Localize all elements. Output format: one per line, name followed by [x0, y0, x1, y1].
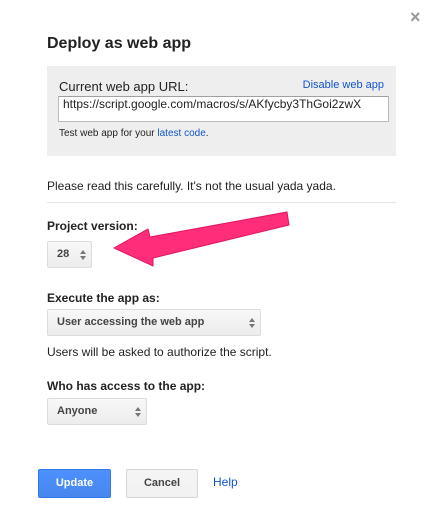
help-link[interactable]: Help [213, 475, 238, 489]
latest-code-link[interactable]: latest code [157, 128, 205, 139]
select-arrows-icon [80, 250, 86, 260]
access-value: Anyone [57, 405, 98, 417]
test-suffix: . [205, 128, 209, 139]
access-select[interactable]: Anyone [47, 398, 147, 425]
project-version-value: 28 [57, 248, 70, 260]
select-arrows-icon [249, 318, 255, 328]
execute-as-value: User accessing the web app [57, 316, 205, 328]
test-prefix: Test web app for your [59, 128, 158, 139]
cancel-button[interactable]: Cancel [126, 469, 198, 498]
select-arrows-icon [135, 407, 141, 417]
url-label: Current web app URL: [59, 79, 189, 94]
execute-as-label: Execute the app as: [47, 291, 160, 305]
url-field[interactable]: https://script.google.com/macros/s/AKfyc… [58, 96, 389, 122]
url-panel: Current web app URL: Disable web app htt… [47, 66, 396, 156]
divider [47, 202, 396, 203]
execute-as-help: Users will be asked to authorize the scr… [47, 345, 272, 359]
execute-as-select[interactable]: User accessing the web app [47, 309, 261, 336]
update-button[interactable]: Update [38, 469, 111, 498]
dialog-title: Deploy as web app [47, 35, 192, 52]
warning-text: Please read this carefully. It's not the… [47, 179, 336, 193]
close-icon[interactable]: × [410, 8, 426, 26]
access-label: Who has access to the app: [47, 379, 206, 393]
project-version-select[interactable]: 28 [47, 241, 92, 268]
disable-web-app-link[interactable]: Disable web app [303, 79, 384, 91]
project-version-label: Project version: [47, 219, 138, 233]
test-line: Test web app for your latest code. [59, 128, 209, 139]
deploy-dialog: × Deploy as web app Current web app URL:… [0, 0, 442, 515]
